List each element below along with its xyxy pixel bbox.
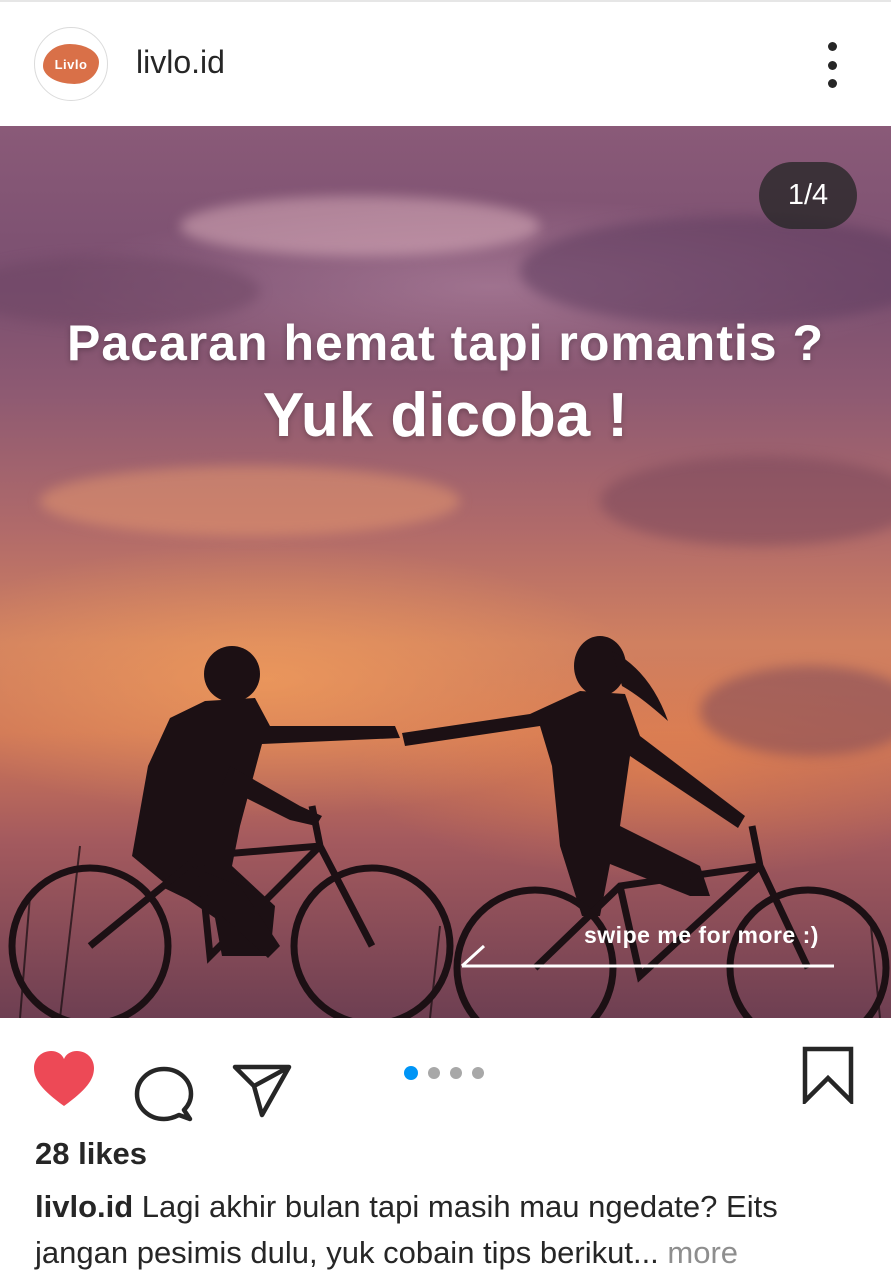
avatar[interactable]: Livlo	[34, 27, 108, 101]
carousel-indicator	[404, 1066, 484, 1080]
carousel-dot	[450, 1067, 462, 1079]
caption-username[interactable]: livlo.id	[35, 1189, 133, 1224]
more-vertical-icon[interactable]	[815, 42, 849, 88]
carousel-counter: 1/4	[759, 162, 857, 229]
heart-filled-icon[interactable]	[32, 1050, 96, 1108]
carousel-dot	[428, 1067, 440, 1079]
headline-line2: Yuk dicoba !	[262, 381, 629, 450]
carousel-dot	[472, 1067, 484, 1079]
paper-plane-icon[interactable]	[232, 1064, 292, 1118]
avatar-logo: Livlo	[43, 44, 99, 84]
likes-count[interactable]: 28 likes	[35, 1136, 147, 1172]
username[interactable]: livlo.id	[136, 44, 225, 81]
action-bar	[0, 1018, 891, 1130]
comment-icon[interactable]	[134, 1066, 194, 1124]
swipe-arrow-icon	[460, 944, 834, 968]
post-header: Livlo livlo.id	[0, 0, 891, 126]
headline-line1: Pacaran hemat tapi romantis ?	[66, 315, 824, 371]
bookmark-icon[interactable]	[802, 1046, 854, 1104]
caption-ellipsis: ...	[632, 1235, 659, 1270]
couple-cycling-silhouette	[8, 636, 890, 1018]
more-link[interactable]: more	[659, 1235, 738, 1270]
post-image[interactable]: 1/4 Pacaran hemat tapi romantis ? Yuk di…	[0, 126, 891, 1018]
caption: livlo.id Lagi akhir bulan tapi masih mau…	[35, 1184, 865, 1276]
carousel-dot-active	[404, 1066, 418, 1080]
